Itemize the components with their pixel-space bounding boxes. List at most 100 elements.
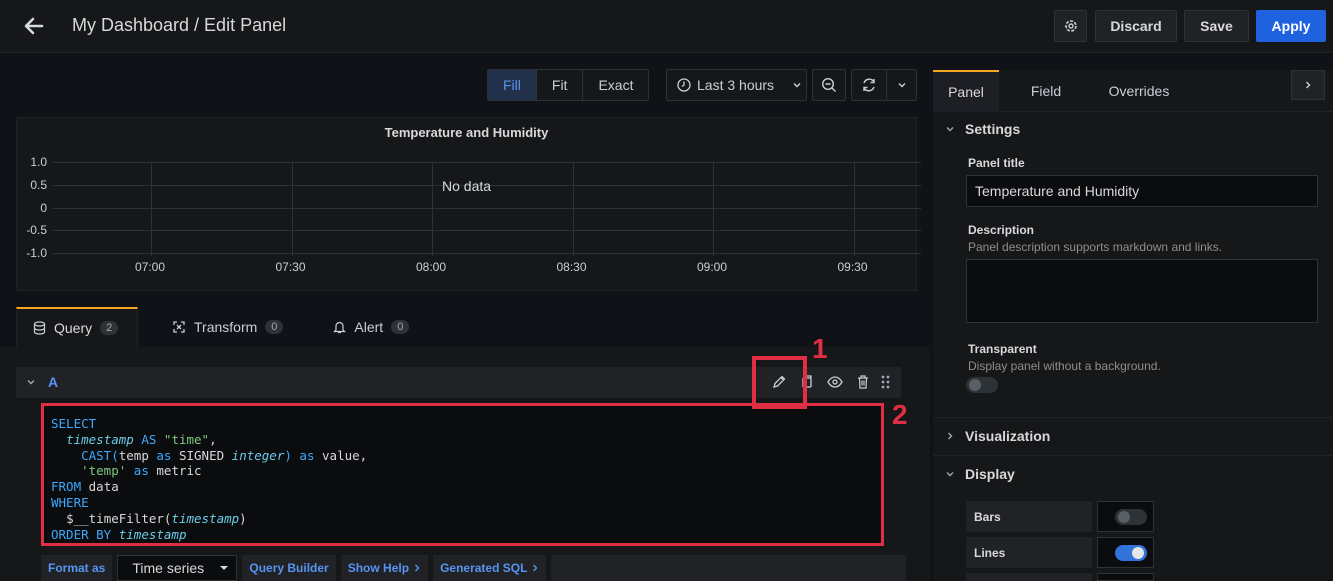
x-tick-label: 08:00	[416, 260, 447, 274]
time-range-label: Last 3 hours	[697, 77, 775, 93]
drag-handle-icon[interactable]	[877, 373, 895, 391]
toggle-knob	[1132, 547, 1144, 559]
tab-panel[interactable]: Panel	[933, 70, 999, 112]
settings-section-header[interactable]: Settings	[945, 121, 1020, 137]
chevron-right-icon	[533, 564, 538, 572]
x-tick-label: 07:30	[275, 260, 306, 274]
tab-field[interactable]: Field	[1015, 70, 1077, 112]
panel-preview: Temperature and Humidity 1.0 0.5 0 -0.5 -1.0…	[16, 117, 921, 291]
options-tabs: Panel Field Overrides	[933, 70, 1333, 112]
chevron-down-icon	[946, 472, 954, 477]
lines-field	[1097, 537, 1154, 568]
points-field-partial	[1097, 573, 1154, 581]
format-as-value: Time series	[132, 560, 205, 576]
apply-button[interactable]: Apply	[1256, 10, 1326, 42]
chevron-down-icon	[946, 127, 954, 132]
bars-toggle[interactable]	[1115, 509, 1147, 525]
editor-tabs: Query 2 Transform 0 Alert 0	[16, 307, 443, 347]
chevron-down-icon	[793, 83, 801, 88]
grid-line-horizontal	[53, 253, 921, 254]
format-as-select[interactable]: Time series	[117, 555, 238, 581]
lines-label: Lines	[966, 537, 1092, 568]
y-tick-label: -1.0	[26, 246, 47, 260]
y-tick-label: 0	[40, 200, 47, 215]
chevron-right-icon	[948, 432, 953, 440]
transparent-toggle[interactable]	[966, 377, 998, 393]
generated-sql-label: Generated SQL	[440, 561, 528, 575]
tab-query-label: Query	[54, 320, 93, 336]
grid-line-vertical	[853, 162, 855, 256]
page-title: My Dashboard / Edit Panel	[72, 15, 287, 35]
show-help-label: Show Help	[347, 561, 410, 575]
collapse-chevron-icon[interactable]	[26, 377, 36, 387]
settings-button[interactable]	[1054, 10, 1087, 42]
query-builder-button[interactable]: Query Builder	[242, 555, 336, 581]
grid-line-vertical	[151, 162, 152, 256]
x-tick-label: 09:00	[697, 260, 728, 274]
database-icon	[33, 321, 46, 335]
time-range-picker[interactable]: Last 3 hours	[666, 69, 807, 101]
fit-fit-button[interactable]: Fit	[537, 70, 584, 100]
eye-icon[interactable]	[826, 373, 844, 391]
tab-transform[interactable]: Transform 0	[156, 307, 299, 347]
save-button[interactable]: Save	[1184, 10, 1249, 42]
toggle-knob	[1118, 511, 1130, 523]
y-tick-label: -0.5	[26, 223, 47, 238]
trash-icon[interactable]	[854, 373, 872, 391]
refresh-button[interactable]	[851, 69, 887, 101]
lines-toggle[interactable]	[1115, 545, 1147, 561]
display-section-label: Display	[965, 466, 1015, 482]
tab-overrides[interactable]: Overrides	[1099, 70, 1179, 112]
toggle-knob	[969, 379, 981, 391]
format-as-label: Format as	[41, 555, 113, 581]
visualization-section-header[interactable]: Visualization	[945, 428, 1050, 444]
grid-line-vertical	[432, 162, 433, 256]
display-section-header[interactable]: Display	[945, 466, 1015, 482]
x-tick-label: 09:30	[837, 260, 868, 274]
fit-exact-button[interactable]: Exact	[583, 70, 648, 100]
options-bar-filler	[551, 555, 907, 581]
query-letter: A	[48, 374, 59, 390]
zoom-out-button[interactable]	[812, 69, 846, 101]
tab-query[interactable]: Query 2	[16, 307, 138, 347]
chevron-right-icon	[1306, 81, 1311, 89]
zoom-out-icon	[821, 77, 836, 92]
expand-options-button[interactable]	[1291, 70, 1325, 100]
tab-transform-label: Transform	[194, 319, 258, 335]
top-bar: My Dashboard / Edit Panel Discard Save A…	[0, 0, 1333, 53]
tab-alert[interactable]: Alert 0	[317, 307, 425, 347]
transform-icon	[173, 321, 185, 333]
section-divider	[933, 455, 1333, 456]
y-tick-label: 1.0	[30, 155, 47, 169]
bars-field	[1097, 501, 1154, 532]
discard-button[interactable]: Discard	[1095, 10, 1177, 42]
query-options-bar: Format as Time series Query Builder Show…	[41, 555, 907, 581]
annotation-number-2: 2	[892, 399, 908, 430]
panel-preview-title: Temperature and Humidity	[384, 125, 549, 140]
sql-code-editor[interactable]: SELECT timestamp AS "time", CAST(temp as…	[41, 403, 884, 546]
chevron-down-icon	[898, 83, 905, 88]
fit-fill-button[interactable]: Fill	[488, 70, 537, 100]
description-textarea[interactable]	[966, 259, 1318, 323]
description-label: Description	[968, 223, 1035, 237]
chevron-right-icon	[415, 564, 420, 572]
show-help-button[interactable]: Show Help	[340, 555, 429, 581]
generated-sql-button[interactable]: Generated SQL	[433, 555, 547, 581]
transparent-help: Display panel without a background.	[968, 359, 1161, 373]
visualization-section-label: Visualization	[965, 428, 1051, 444]
options-pane: Panel Field Overrides Settings Panel tit…	[933, 70, 1333, 581]
back-arrow-icon[interactable]	[22, 14, 46, 38]
tab-alert-label: Alert	[354, 319, 384, 335]
annotation-number-1: 1	[812, 333, 828, 364]
panel-title-input[interactable]: Temperature and Humidity	[966, 175, 1318, 207]
x-tick-label: 08:30	[556, 260, 587, 274]
settings-section-label: Settings	[965, 121, 1021, 137]
section-divider	[933, 417, 1333, 418]
description-help: Panel description supports markdown and …	[968, 240, 1223, 254]
grid-line-vertical	[291, 162, 293, 256]
tab-query-count: 2	[100, 321, 119, 335]
points-row-partial	[966, 573, 1092, 581]
fit-mode-group: Fill Fit Exact	[487, 69, 650, 101]
grid-line-vertical	[713, 162, 714, 256]
refresh-interval-dropdown[interactable]	[886, 69, 917, 101]
